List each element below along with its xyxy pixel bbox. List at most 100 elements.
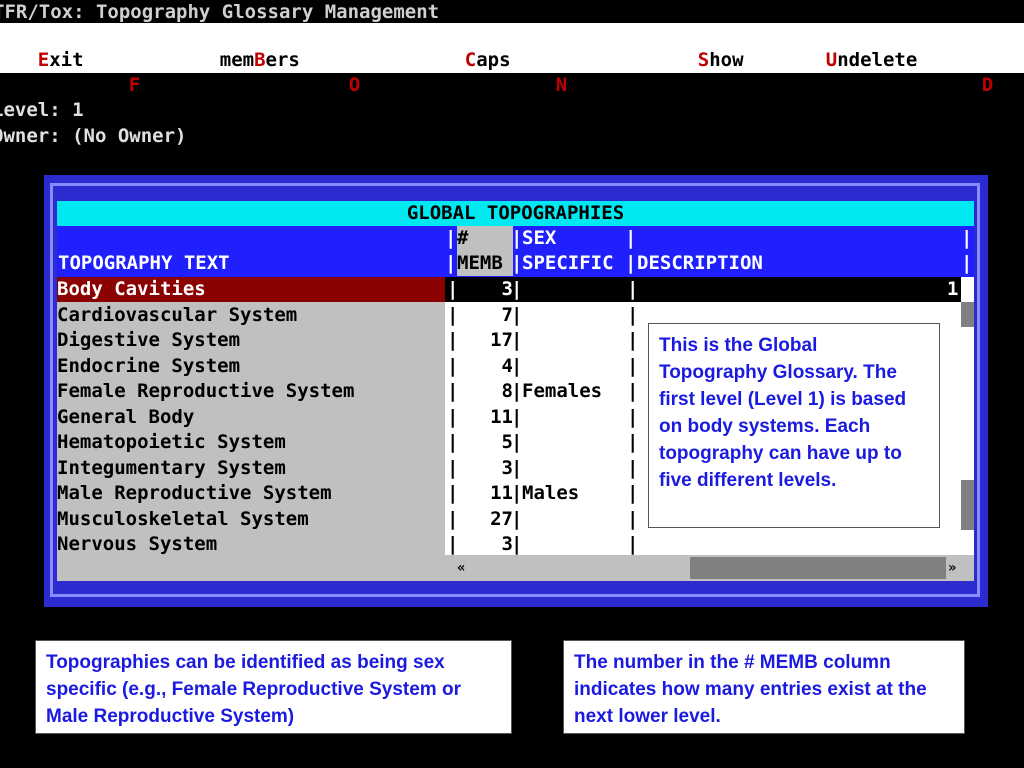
- menu-members-post: ers: [265, 49, 300, 71]
- table-row[interactable]: Body Cavities | 3 | | 1-: [57, 277, 970, 302]
- menu-owners[interactable]: Owners: [303, 48, 418, 123]
- header-memb-line1[interactable]: #: [457, 226, 513, 251]
- row-memb-count: 3: [501, 456, 513, 479]
- menu-bar: Exit memBers Caps Show Undelete Find Own…: [0, 23, 1024, 96]
- row-sep: |: [627, 354, 639, 377]
- row-memb-count: 7: [501, 303, 513, 326]
- window-title: TFR/Tox: Topography Glossary Management: [0, 0, 1017, 24]
- menu-delete-hotkey: D: [981, 74, 994, 96]
- row-sep: |: [627, 278, 639, 300]
- menu-exit[interactable]: Exit: [0, 23, 84, 98]
- vertical-scroll-thumb[interactable]: [961, 302, 974, 327]
- row-topography-text: Body Cavities: [57, 277, 445, 302]
- menu-members[interactable]: memBers: [174, 23, 300, 98]
- menu-owners-label: wners: [360, 74, 418, 96]
- vertical-scroll-thumb-lower[interactable]: [961, 480, 974, 530]
- row-sep: |: [511, 533, 523, 555]
- scroll-left-icon[interactable]: «: [457, 557, 465, 579]
- menu-show-deletions[interactable]: deletions: [626, 48, 775, 123]
- table-row[interactable]: Nervous System | 3 | |: [57, 532, 961, 557]
- row-sex-specific: Males: [522, 482, 580, 504]
- header-sex-line1[interactable]: SEX: [522, 226, 556, 251]
- row-sep: |: [627, 405, 639, 428]
- menu-caps[interactable]: Caps: [419, 23, 511, 98]
- row-sep: |: [627, 303, 639, 326]
- row-memb-count: 17: [490, 329, 513, 351]
- row-sep: |: [627, 533, 639, 555]
- row-sep: |: [627, 380, 639, 402]
- row-sep: |: [627, 329, 639, 351]
- menu-exit-hotkey: E: [37, 49, 50, 71]
- menu-caps-hotkey: C: [464, 49, 477, 71]
- level-label: Level: 1: [0, 99, 84, 121]
- header-sep-1b: |: [445, 252, 457, 274]
- menu-new[interactable]: New: [510, 48, 590, 123]
- menu-delete-label: elete: [993, 74, 1024, 96]
- row-sep: |: [511, 482, 523, 504]
- row-topography-text: General Body: [57, 405, 195, 428]
- table-header: TOPOGRAPHY TEXT | | # MEMB | | SEX SPECI…: [57, 226, 974, 277]
- menu-deletions-label: deletions: [671, 74, 775, 96]
- callout-global-glossary: This is the Global Topography Glossary. …: [648, 323, 940, 528]
- row-topography-text: Female Reproductive System: [57, 380, 355, 402]
- menu-find-hotkey: F: [128, 74, 141, 96]
- row-topography-text: Integumentary System: [57, 456, 286, 479]
- row-topography-text: Nervous System: [57, 533, 218, 555]
- menu-members-pre: mem: [219, 49, 255, 71]
- row-sep: |: [511, 303, 523, 326]
- table-title: GLOBAL TOPOGRAPHIES: [57, 201, 974, 226]
- row-memb-count: 27: [490, 507, 513, 530]
- header-desc-line2[interactable]: DESCRIPTION: [637, 251, 763, 276]
- header-memb-line2[interactable]: MEMB: [457, 251, 513, 276]
- row-sep: |: [627, 431, 639, 453]
- owner-label: Owner: (No Owner): [0, 125, 187, 147]
- menu-undelete-label: ndelete: [837, 49, 918, 71]
- header-sep-3b: |: [625, 252, 637, 274]
- row-sep: |: [511, 431, 523, 453]
- menu-find-label: ind: [140, 74, 175, 96]
- row-topography-text: Endocrine System: [57, 354, 241, 377]
- horizontal-scroll-thumb[interactable]: [690, 557, 946, 579]
- row-topography-text: Digestive System: [57, 329, 241, 351]
- row-memb-count: 4: [501, 354, 513, 377]
- menu-new-hotkey: N: [555, 74, 568, 96]
- header-sep-3: |: [625, 227, 637, 249]
- header-sep-4b: |: [961, 252, 973, 274]
- row-memb-count: 5: [501, 431, 513, 453]
- callout-sex-specific: Topographies can be identified as being …: [35, 640, 512, 734]
- header-sep-2b: |: [511, 252, 523, 274]
- row-topography-text: Hematopoietic System: [57, 431, 286, 453]
- row-sex-specific: Females: [522, 380, 603, 402]
- row-sep: |: [511, 278, 523, 300]
- menu-owners-hotkey: O: [348, 74, 361, 96]
- menu-new-label: ew: [567, 74, 591, 96]
- row-sep: |: [511, 405, 523, 428]
- row-sep: |: [627, 482, 639, 504]
- row-memb-count: 3: [501, 533, 513, 555]
- menu-undelete[interactable]: Undelete: [780, 23, 918, 98]
- row-topography-text: Male Reproductive System: [57, 482, 332, 504]
- row-sep: |: [511, 329, 523, 351]
- menu-delete[interactable]: Delete: [936, 48, 1024, 123]
- row-memb-count: 11: [490, 405, 513, 428]
- callout-memb-column: The number in the # MEMB column indicate…: [563, 640, 965, 734]
- row-sep: |: [511, 456, 523, 479]
- header-sex-line2[interactable]: SPECIFIC: [522, 251, 614, 276]
- header-sep-4: |: [961, 227, 973, 249]
- row-memb-count: 3: [501, 278, 513, 300]
- row-sep: |: [511, 354, 523, 377]
- menu-members-hotkey: B: [254, 49, 266, 71]
- row-sep: |: [627, 456, 639, 479]
- scroll-more-indicator: +: [962, 535, 971, 551]
- row-sep: |: [511, 380, 523, 402]
- row-topography-text: Musculoskeletal System: [57, 507, 309, 530]
- header-sep-1: |: [445, 227, 457, 249]
- scroll-right-icon[interactable]: »: [948, 557, 956, 579]
- menu-caps-label: aps: [476, 49, 511, 71]
- menu-find[interactable]: Find: [83, 48, 175, 123]
- row-topography-text: Cardiovascular System: [57, 303, 298, 326]
- row-memb-count: 11: [490, 482, 513, 504]
- header-sep-2: |: [511, 227, 523, 249]
- row-memb-count: 8: [501, 380, 513, 402]
- header-text-line2[interactable]: TOPOGRAPHY TEXT: [58, 251, 230, 276]
